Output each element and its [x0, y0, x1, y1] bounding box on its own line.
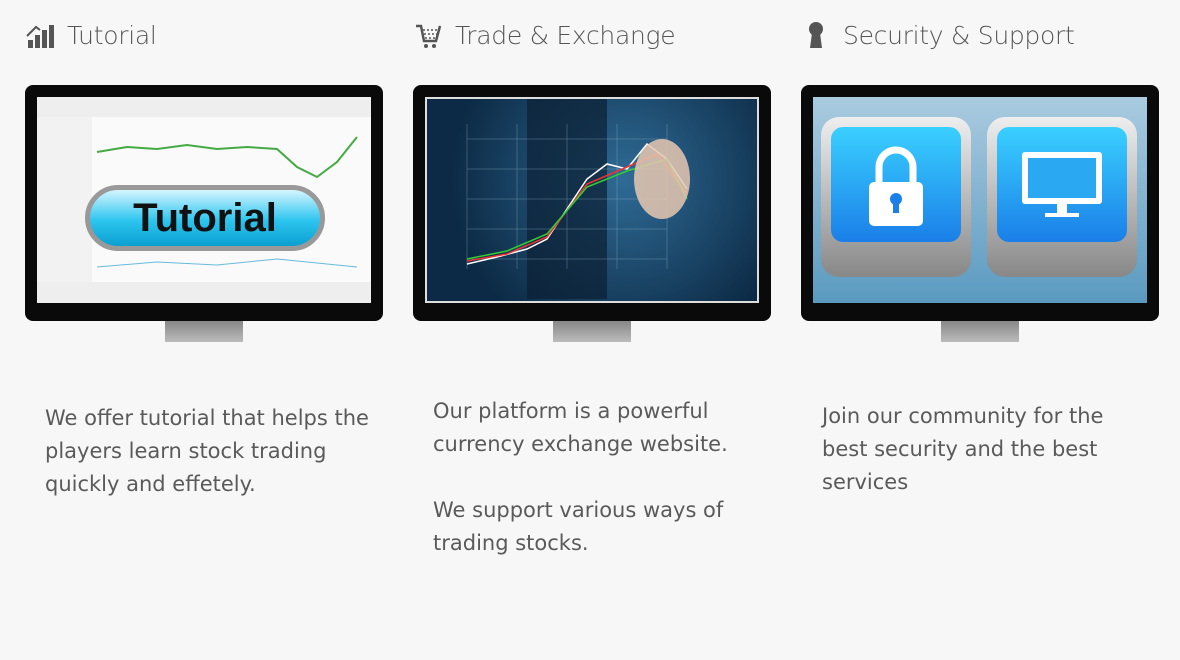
monitor-stand [553, 321, 631, 342]
security-column: Security & Support Join our community fo… [801, 0, 1171, 660]
trade-column: Trade & Exchange Our platform is a power… [413, 0, 783, 660]
keyhole-icon [801, 20, 831, 50]
monitor-image [413, 85, 771, 321]
security-description: Join our community for the best security… [822, 400, 1132, 532]
trade-heading: Trade & Exchange [413, 20, 676, 50]
tutorial-column: Tutorial Tutorial We offer tutorial that… [25, 0, 395, 660]
business-chart-image [466, 99, 690, 299]
monitor-stand [165, 321, 243, 342]
tutorial-heading: Tutorial [25, 20, 157, 50]
heading-text: Trade & Exchange [455, 20, 676, 50]
lock-app-icon [821, 117, 971, 277]
tutorial-badge: Tutorial [85, 185, 325, 251]
description-text: Our platform is a powerful currency exch… [433, 399, 728, 456]
description-text: Join our community for the best security… [822, 404, 1104, 494]
heading-text: Security & Support [843, 20, 1075, 50]
tutorial-description: We offer tutorial that helps the players… [45, 402, 375, 534]
bar-chart-icon [25, 20, 55, 50]
trade-description: Our platform is a powerful currency exch… [433, 395, 763, 593]
monitor-app-icon [987, 117, 1137, 277]
description-text: We offer tutorial that helps the players… [45, 406, 369, 496]
monitor-image: Tutorial [25, 85, 383, 321]
monitor-image [801, 85, 1159, 321]
heading-text: Tutorial [67, 20, 157, 50]
shopping-cart-icon [413, 20, 443, 50]
description-text: We support various ways of trading stock… [433, 498, 724, 555]
monitor-stand [941, 321, 1019, 342]
security-heading: Security & Support [801, 20, 1075, 50]
